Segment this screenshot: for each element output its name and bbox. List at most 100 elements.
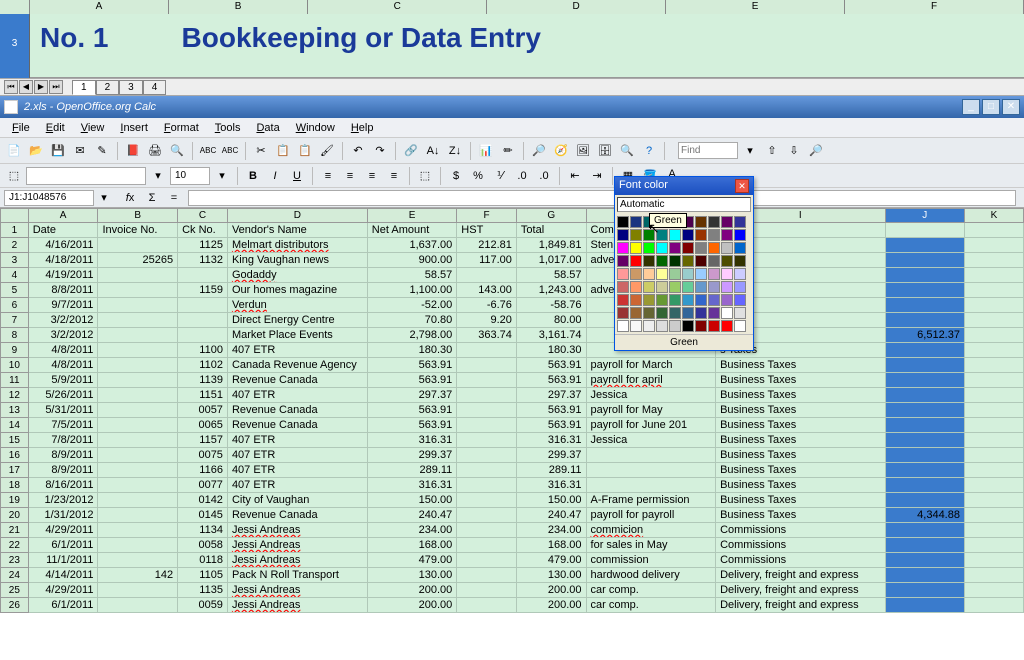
cell[interactable]: Business Taxes (716, 388, 886, 403)
cell[interactable] (98, 283, 178, 298)
color-swatch[interactable] (721, 229, 733, 241)
row-header[interactable]: 10 (1, 358, 29, 373)
color-swatch[interactable] (682, 307, 694, 319)
cell[interactable]: 0145 (178, 508, 228, 523)
upper-col-header[interactable]: A (30, 0, 169, 14)
upper-col-header[interactable]: E (666, 0, 845, 14)
color-swatch[interactable] (695, 307, 707, 319)
undo-icon[interactable]: ↶ (348, 141, 368, 161)
cell[interactable] (964, 328, 1023, 343)
cell[interactable] (964, 283, 1023, 298)
row-header[interactable]: 3 (1, 253, 29, 268)
sort-asc-icon[interactable]: A↓ (423, 141, 443, 161)
color-swatch[interactable] (721, 255, 733, 267)
row-header[interactable]: 19 (1, 493, 29, 508)
cell[interactable]: 1,100.00 (367, 283, 457, 298)
col-header[interactable]: F (457, 209, 517, 223)
header-cell[interactable]: Date (28, 223, 98, 238)
italic-icon[interactable]: I (265, 166, 285, 186)
color-swatch[interactable] (617, 242, 629, 254)
cell[interactable]: 4/29/2011 (28, 583, 98, 598)
cell[interactable]: Godaddy (227, 268, 367, 283)
cell[interactable] (885, 388, 964, 403)
cell[interactable]: commicion (586, 523, 716, 538)
cell[interactable]: 143.00 (457, 283, 517, 298)
cell[interactable]: Commissions (716, 553, 886, 568)
cell[interactable]: Canada Revenue Agency (227, 358, 367, 373)
cell[interactable]: Revenue Canada (227, 508, 367, 523)
color-swatch[interactable] (617, 307, 629, 319)
color-swatch[interactable] (721, 294, 733, 306)
find-dropdown-icon[interactable]: ▾ (740, 141, 760, 161)
cell[interactable]: 142 (98, 568, 178, 583)
color-swatch[interactable] (734, 216, 746, 228)
cell[interactable] (98, 298, 178, 313)
color-swatch[interactable] (643, 281, 655, 293)
edit-icon[interactable]: ✎ (92, 141, 112, 161)
cell[interactable] (98, 538, 178, 553)
cell[interactable] (457, 463, 517, 478)
cell[interactable] (964, 268, 1023, 283)
cell[interactable] (885, 463, 964, 478)
row-header[interactable]: 21 (1, 523, 29, 538)
cell[interactable]: 5/31/2011 (28, 403, 98, 418)
cell-reference-box[interactable] (4, 190, 94, 206)
color-swatch[interactable] (708, 229, 720, 241)
cut-icon[interactable]: ✂ (251, 141, 271, 161)
hyperlink-icon[interactable]: 🔗 (401, 141, 421, 161)
cell[interactable]: 4/29/2011 (28, 523, 98, 538)
color-swatch[interactable] (695, 216, 707, 228)
color-swatch[interactable] (669, 255, 681, 267)
cell[interactable]: Delivery, freight and express (716, 583, 886, 598)
cell[interactable]: for sales in May (586, 538, 716, 553)
cell[interactable] (964, 538, 1023, 553)
cell[interactable]: 563.91 (367, 373, 457, 388)
color-swatch[interactable] (682, 255, 694, 267)
color-swatch[interactable] (734, 320, 746, 332)
row-header[interactable]: 23 (1, 553, 29, 568)
color-swatch[interactable] (617, 229, 629, 241)
color-swatch[interactable] (656, 281, 668, 293)
cell[interactable]: 6/1/2011 (28, 538, 98, 553)
cell[interactable]: Business Taxes (716, 433, 886, 448)
cell[interactable]: 180.30 (516, 343, 586, 358)
cell[interactable]: 563.91 (367, 418, 457, 433)
cell[interactable]: 900.00 (367, 253, 457, 268)
cell[interactable]: Revenue Canada (227, 373, 367, 388)
upper-col-header[interactable]: B (169, 0, 308, 14)
cell[interactable] (457, 493, 517, 508)
cell[interactable]: 1134 (178, 523, 228, 538)
color-picker-close-icon[interactable]: ✕ (735, 179, 749, 193)
color-swatch[interactable] (630, 216, 642, 228)
menu-window[interactable]: Window (288, 120, 343, 136)
find-all-icon[interactable]: 🔎 (806, 141, 826, 161)
cell[interactable] (457, 373, 517, 388)
header-cell[interactable]: Vendor's Name (227, 223, 367, 238)
cell[interactable] (98, 463, 178, 478)
cell[interactable] (964, 403, 1023, 418)
color-swatch[interactable] (695, 294, 707, 306)
cell[interactable]: 299.37 (367, 448, 457, 463)
cell[interactable] (457, 568, 517, 583)
cell[interactable] (98, 493, 178, 508)
email-icon[interactable]: ✉ (70, 141, 90, 161)
cell[interactable] (98, 343, 178, 358)
cell[interactable]: 407 ETR (227, 448, 367, 463)
cell[interactable]: 2,798.00 (367, 328, 457, 343)
row-header[interactable]: 7 (1, 313, 29, 328)
cell[interactable] (885, 568, 964, 583)
cell[interactable]: 407 ETR (227, 388, 367, 403)
cell[interactable]: Business Taxes (716, 448, 886, 463)
select-all-corner[interactable] (1, 209, 29, 223)
cell[interactable] (457, 538, 517, 553)
cell[interactable] (98, 448, 178, 463)
cell[interactable] (885, 583, 964, 598)
cell[interactable]: 4/18/2011 (28, 253, 98, 268)
cell[interactable] (586, 448, 716, 463)
menu-edit[interactable]: Edit (38, 120, 73, 136)
cell[interactable]: Revenue Canada (227, 403, 367, 418)
cell[interactable]: Jessica (586, 433, 716, 448)
cell[interactable]: Business Taxes (716, 418, 886, 433)
cell[interactable] (964, 358, 1023, 373)
color-swatch[interactable] (695, 268, 707, 280)
